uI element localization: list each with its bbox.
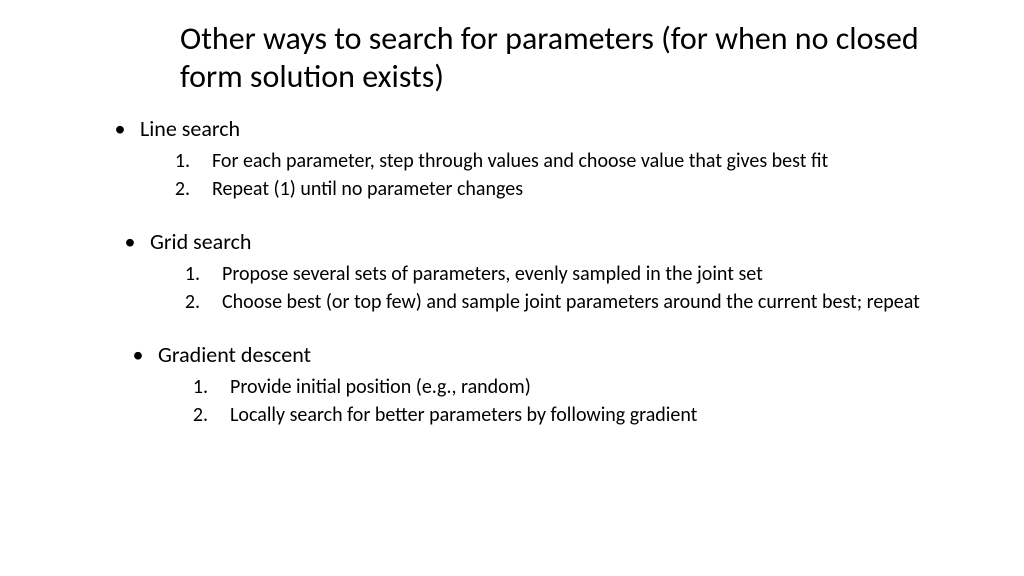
item-number: 1.	[170, 261, 210, 287]
item-text: For each parameter, step through values …	[200, 148, 934, 174]
section-grid-search: • Grid search 1. Propose several sets of…	[110, 228, 934, 315]
section-header: • Line search	[100, 115, 934, 142]
slide-title: Other ways to search for parameters (for…	[180, 20, 934, 97]
bullet-icon: •	[100, 115, 140, 142]
item-number: 2.	[170, 289, 210, 315]
section-title-text: Grid search	[150, 228, 934, 255]
item-number: 1.	[178, 374, 218, 400]
item-number: 1.	[160, 148, 200, 174]
section-header: • Grid search	[110, 228, 934, 255]
section-title-text: Gradient descent	[158, 341, 934, 368]
section-gradient-descent: • Gradient descent 1. Provide initial po…	[118, 341, 934, 428]
item-text: Propose several sets of parameters, even…	[210, 261, 934, 287]
list-item: 2. Repeat (1) until no parameter changes	[100, 176, 934, 202]
list-item: 1. Provide initial position (e.g., rando…	[118, 374, 934, 400]
list-item: 1. Propose several sets of parameters, e…	[110, 261, 934, 287]
bullet-icon: •	[118, 341, 158, 368]
item-number: 2.	[178, 402, 218, 428]
item-number: 2.	[160, 176, 200, 202]
section-header: • Gradient descent	[118, 341, 934, 368]
section-line-search: • Line search 1. For each parameter, ste…	[100, 115, 934, 202]
item-text: Repeat (1) until no parameter changes	[200, 176, 934, 202]
section-title-text: Line search	[140, 115, 934, 142]
item-text: Provide initial position (e.g., random)	[218, 374, 934, 400]
list-item: 2. Locally search for better parameters …	[118, 402, 934, 428]
item-text: Locally search for better parameters by …	[218, 402, 934, 428]
item-text: Choose best (or top few) and sample join…	[210, 289, 934, 315]
list-item: 1. For each parameter, step through valu…	[100, 148, 934, 174]
bullet-icon: •	[110, 228, 150, 255]
list-item: 2. Choose best (or top few) and sample j…	[110, 289, 934, 315]
